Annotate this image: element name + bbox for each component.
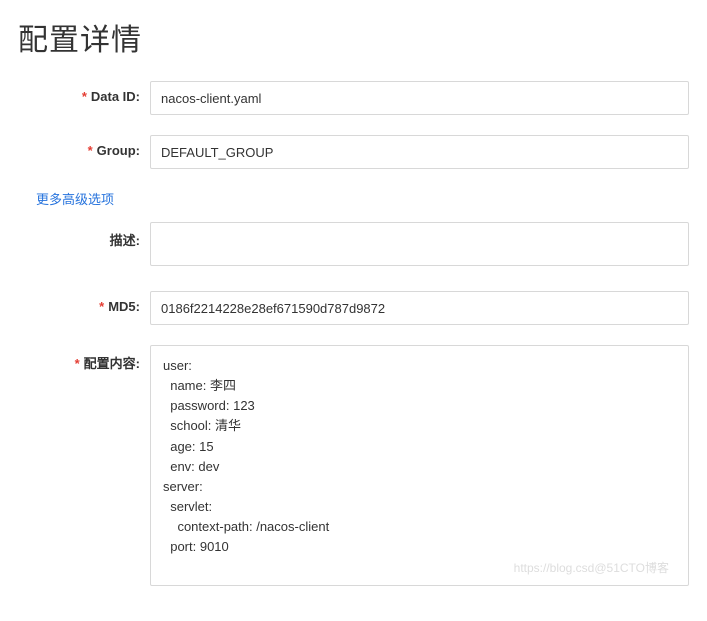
label-md5-text: MD5:: [108, 299, 140, 314]
label-content-text: 配置内容:: [84, 356, 140, 371]
row-data-id: * Data ID:: [18, 81, 689, 115]
row-md5: * MD5:: [18, 291, 689, 325]
label-group-text: Group:: [97, 143, 140, 158]
required-star-icon: *: [99, 299, 104, 314]
description-input[interactable]: [150, 222, 689, 266]
data-id-input[interactable]: [150, 81, 689, 115]
required-star-icon: *: [75, 356, 80, 371]
watermark-text: https://blog.csd@51CTO博客: [514, 559, 669, 576]
config-content-input[interactable]: user: name: 李四 password: 123 school: 清华 …: [150, 345, 689, 586]
label-data-id: * Data ID:: [18, 81, 150, 104]
required-star-icon: *: [82, 89, 87, 104]
advanced-options-link[interactable]: 更多高级选项: [36, 189, 689, 208]
md5-input[interactable]: [150, 291, 689, 325]
row-content: * 配置内容: user: name: 李四 password: 123 scho…: [18, 345, 689, 586]
label-content: * 配置内容:: [18, 345, 150, 372]
config-detail-form: 配置详情 * Data ID: * Group: 更多高级选项 描述: * MD5:: [18, 15, 689, 586]
group-input[interactable]: [150, 135, 689, 169]
label-description-text: 描述:: [110, 233, 140, 248]
label-group: * Group:: [18, 135, 150, 158]
row-group: * Group:: [18, 135, 689, 169]
label-description: 描述:: [18, 222, 150, 249]
label-md5: * MD5:: [18, 291, 150, 314]
page-title: 配置详情: [18, 15, 689, 59]
required-star-icon: *: [88, 143, 93, 158]
row-description: 描述:: [18, 222, 689, 271]
label-data-id-text: Data ID:: [91, 89, 140, 104]
